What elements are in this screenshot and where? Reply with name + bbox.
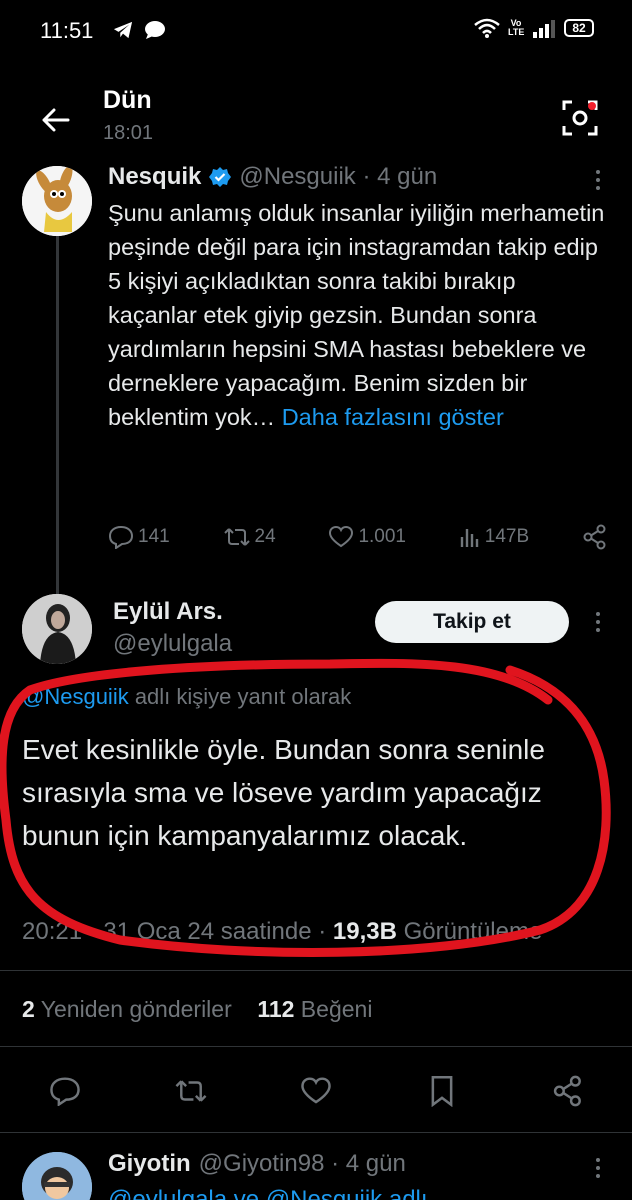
next-reply-author[interactable]: Giyotin @Giyotin98 · 4 gün: [108, 1150, 406, 1178]
main-actions: [0, 1066, 632, 1116]
reply-icon: [50, 1077, 80, 1106]
follow-button[interactable]: Takip et: [375, 601, 569, 643]
like-button[interactable]: 1.001: [328, 525, 406, 549]
author-handle: @eylulgala: [113, 630, 233, 657]
author-name: Giyotin: [108, 1150, 191, 1177]
more-vertical-icon: [596, 170, 600, 190]
retweet-button[interactable]: [166, 1066, 216, 1116]
heart-icon: [301, 1077, 331, 1104]
main-author[interactable]: Eylül Ars.: [113, 598, 223, 626]
reply-icon: [108, 525, 134, 549]
share-button[interactable]: [543, 1066, 593, 1116]
replying-to: @Nesguiik adlı kişiye yanıt olarak: [22, 684, 352, 709]
status-time: 11:51: [40, 18, 94, 43]
retweet-button[interactable]: 24: [223, 525, 276, 549]
author-name: Nesquik: [108, 163, 202, 190]
share-icon: [553, 1075, 581, 1107]
more-options-button[interactable]: [586, 610, 610, 634]
like-count: 1.001: [358, 526, 406, 547]
retweet-icon: [223, 528, 250, 546]
chat-bubble-icon: [145, 21, 165, 39]
quoted-author[interactable]: Nesquik @Nesguiik · 4 gün: [108, 163, 437, 191]
author-handle: @Nesguiik · 4 gün: [239, 163, 438, 190]
verified-badge-icon: [209, 167, 232, 187]
avatar-giyotin[interactable]: [22, 1152, 92, 1200]
status-bar: 11:51 Vo LTE 82: [0, 0, 632, 62]
quoted-actions: 141 24 1.001 147B: [108, 524, 608, 550]
more-vertical-icon: [596, 1158, 600, 1178]
grok-button[interactable]: [560, 98, 600, 138]
bookmark-button[interactable]: [417, 1066, 467, 1116]
retweet-count: 24: [254, 526, 276, 547]
more-vertical-icon: [596, 612, 600, 632]
quoted-tweet-text: Şunu anlamış olduk insanlar iyiliğin mer…: [108, 200, 605, 430]
divider: [0, 970, 632, 971]
next-reply-preview: @eylulgala ve @Nesguiik adlı: [108, 1186, 428, 1200]
reply-button[interactable]: 141: [108, 525, 170, 549]
retweets-stat[interactable]: 2 Yeniden gönderiler: [22, 996, 232, 1022]
bookmark-icon: [431, 1076, 453, 1107]
author-handle: @Giyotin98 · 4 gün: [198, 1150, 406, 1177]
share-button[interactable]: [582, 524, 608, 550]
bar-chart-icon: [460, 529, 478, 547]
reply-button[interactable]: [40, 1066, 90, 1116]
views-count: 147B: [484, 526, 530, 547]
avatar-nesquik[interactable]: [22, 166, 92, 236]
main-tweet-text: Evet kesinlikle öyle. Bundan sonra senin…: [22, 734, 545, 851]
likes-stat[interactable]: 112 Beğeni: [257, 996, 372, 1022]
divider: [0, 1132, 632, 1133]
telegram-icon: [113, 21, 133, 39]
page-subtitle: 18:01: [103, 122, 154, 144]
views-button[interactable]: 147B: [459, 525, 529, 549]
tweet-timestamp: 20:21 · 31 Oca 24 saatinde ·: [22, 918, 333, 945]
thread-line: [56, 236, 59, 596]
battery-indicator: 82: [564, 19, 594, 37]
reply-mention-link[interactable]: @Nesguiik: [22, 684, 129, 709]
show-more-link[interactable]: Daha fazlasını göster: [282, 404, 504, 430]
grok-icon: [562, 100, 598, 136]
author-name: Eylül Ars.: [113, 598, 223, 625]
signal-icon: [533, 20, 555, 38]
arrow-left-icon: [42, 108, 70, 132]
avatar-eylul[interactable]: [22, 594, 92, 664]
back-button[interactable]: [36, 100, 76, 140]
heart-icon: [329, 525, 354, 548]
divider: [0, 1046, 632, 1047]
wifi-icon: [474, 18, 500, 38]
retweet-icon: [175, 1080, 207, 1102]
network-label: Vo LTE: [508, 18, 525, 37]
tweet-stats: 2 Yeniden gönderiler 112 Beğeni: [22, 996, 372, 1023]
top-bar: Dün 18:01: [0, 80, 632, 160]
page-title: Dün: [103, 86, 152, 114]
share-icon: [583, 524, 606, 550]
tweet-meta: 20:21 · 31 Oca 24 saatinde · 19,3B Görün…: [22, 918, 543, 945]
more-options-button[interactable]: [586, 168, 610, 192]
views-total: 19,3B: [332, 918, 397, 945]
like-button[interactable]: [291, 1066, 341, 1116]
more-options-button[interactable]: [586, 1156, 610, 1180]
main-author-handle-row: @eylulgala: [113, 630, 232, 658]
reply-count: 141: [138, 526, 170, 547]
